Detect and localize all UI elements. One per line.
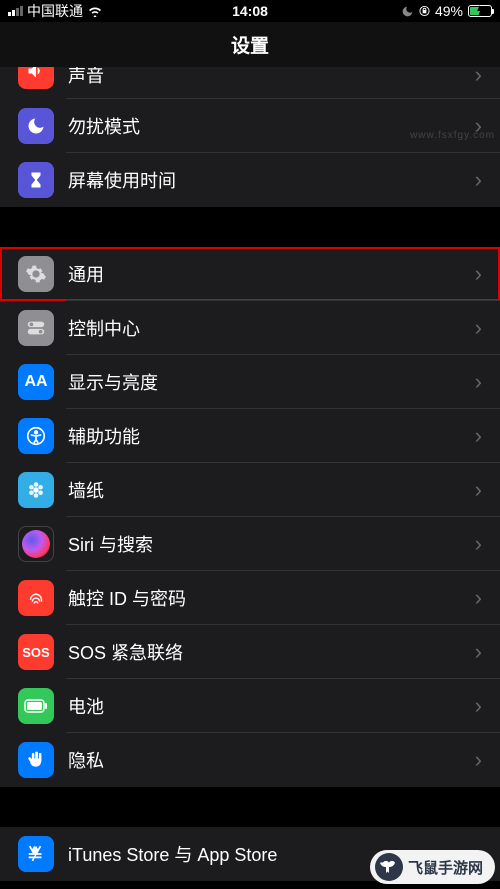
row-wallpaper[interactable]: 墙纸 › <box>0 463 500 517</box>
row-sound[interactable]: 声音 › <box>0 67 500 99</box>
row-display[interactable]: AA 显示与亮度 › <box>0 355 500 409</box>
row-label: 屏幕使用时间 <box>68 167 475 193</box>
row-control-center[interactable]: 控制中心 › <box>0 301 500 355</box>
watermark-url: www.fsxfgy.com <box>410 130 495 141</box>
row-screentime[interactable]: 屏幕使用时间 › <box>0 153 500 207</box>
row-general[interactable]: 通用 › <box>0 247 500 301</box>
row-touchid[interactable]: 触控 ID 与密码 › <box>0 571 500 625</box>
page-title: 设置 <box>0 22 500 67</box>
fingerprint-icon <box>18 580 54 616</box>
row-siri[interactable]: Siri 与搜索 › <box>0 517 500 571</box>
chevron-right-icon: › <box>475 423 482 449</box>
row-sos[interactable]: SOS SOS 紧急联络 › <box>0 625 500 679</box>
row-label: 控制中心 <box>68 315 475 341</box>
hourglass-icon <box>18 162 54 198</box>
chevron-right-icon: › <box>475 315 482 341</box>
text-icon: AA <box>18 364 54 400</box>
row-label: 声音 <box>68 67 475 88</box>
siri-icon <box>18 526 54 562</box>
settings-list: 声音 › 勿扰模式 › 屏幕使用时间 › 通用 › <box>0 67 500 889</box>
flower-icon <box>18 472 54 508</box>
moon-status-icon <box>401 5 414 18</box>
chevron-right-icon: › <box>475 67 482 88</box>
row-label: 辅助功能 <box>68 423 475 449</box>
row-battery[interactable]: 电池 › <box>0 679 500 733</box>
status-right: 49% <box>401 3 492 19</box>
row-label: 隐私 <box>68 747 475 773</box>
accessibility-icon <box>18 418 54 454</box>
row-label: 墙纸 <box>68 477 475 503</box>
carrier-label: 中国联通 <box>27 1 83 21</box>
signal-icon <box>8 6 23 16</box>
wifi-icon <box>87 5 103 17</box>
row-label: 触控 ID 与密码 <box>68 585 475 611</box>
watermark: 飞鼠手游网 <box>370 850 495 884</box>
row-label: 电池 <box>68 693 475 719</box>
status-time: 14:08 <box>232 3 268 19</box>
row-dnd[interactable]: 勿扰模式 › <box>0 99 500 153</box>
watermark-text: 飞鼠手游网 <box>408 857 483 878</box>
status-bar: 中国联通 14:08 49% <box>0 0 500 22</box>
battery-icon <box>18 688 54 724</box>
chevron-right-icon: › <box>475 585 482 611</box>
battery-status-icon <box>468 5 492 17</box>
watermark-icon <box>375 853 403 881</box>
battery-percent: 49% <box>435 3 463 19</box>
moon-icon <box>18 108 54 144</box>
row-label: SOS 紧急联络 <box>68 639 475 665</box>
chevron-right-icon: › <box>475 693 482 719</box>
chevron-right-icon: › <box>475 747 482 773</box>
chevron-right-icon: › <box>475 167 482 193</box>
settings-group: 通用 › 控制中心 › AA 显示与亮度 › 辅助功能 › <box>0 247 500 787</box>
sound-icon <box>18 67 54 89</box>
switches-icon <box>18 310 54 346</box>
chevron-right-icon: › <box>475 639 482 665</box>
chevron-right-icon: › <box>475 477 482 503</box>
hand-icon <box>18 742 54 778</box>
lock-icon <box>419 4 430 18</box>
row-label: 显示与亮度 <box>68 369 475 395</box>
row-label: 通用 <box>68 261 475 287</box>
row-privacy[interactable]: 隐私 › <box>0 733 500 787</box>
chevron-right-icon: › <box>475 531 482 557</box>
appstore-icon <box>18 836 54 872</box>
chevron-right-icon: › <box>475 261 482 287</box>
sos-icon: SOS <box>18 634 54 670</box>
gear-icon <box>18 256 54 292</box>
row-accessibility[interactable]: 辅助功能 › <box>0 409 500 463</box>
status-left: 中国联通 <box>8 1 103 21</box>
row-label: Siri 与搜索 <box>68 531 475 557</box>
chevron-right-icon: › <box>475 369 482 395</box>
